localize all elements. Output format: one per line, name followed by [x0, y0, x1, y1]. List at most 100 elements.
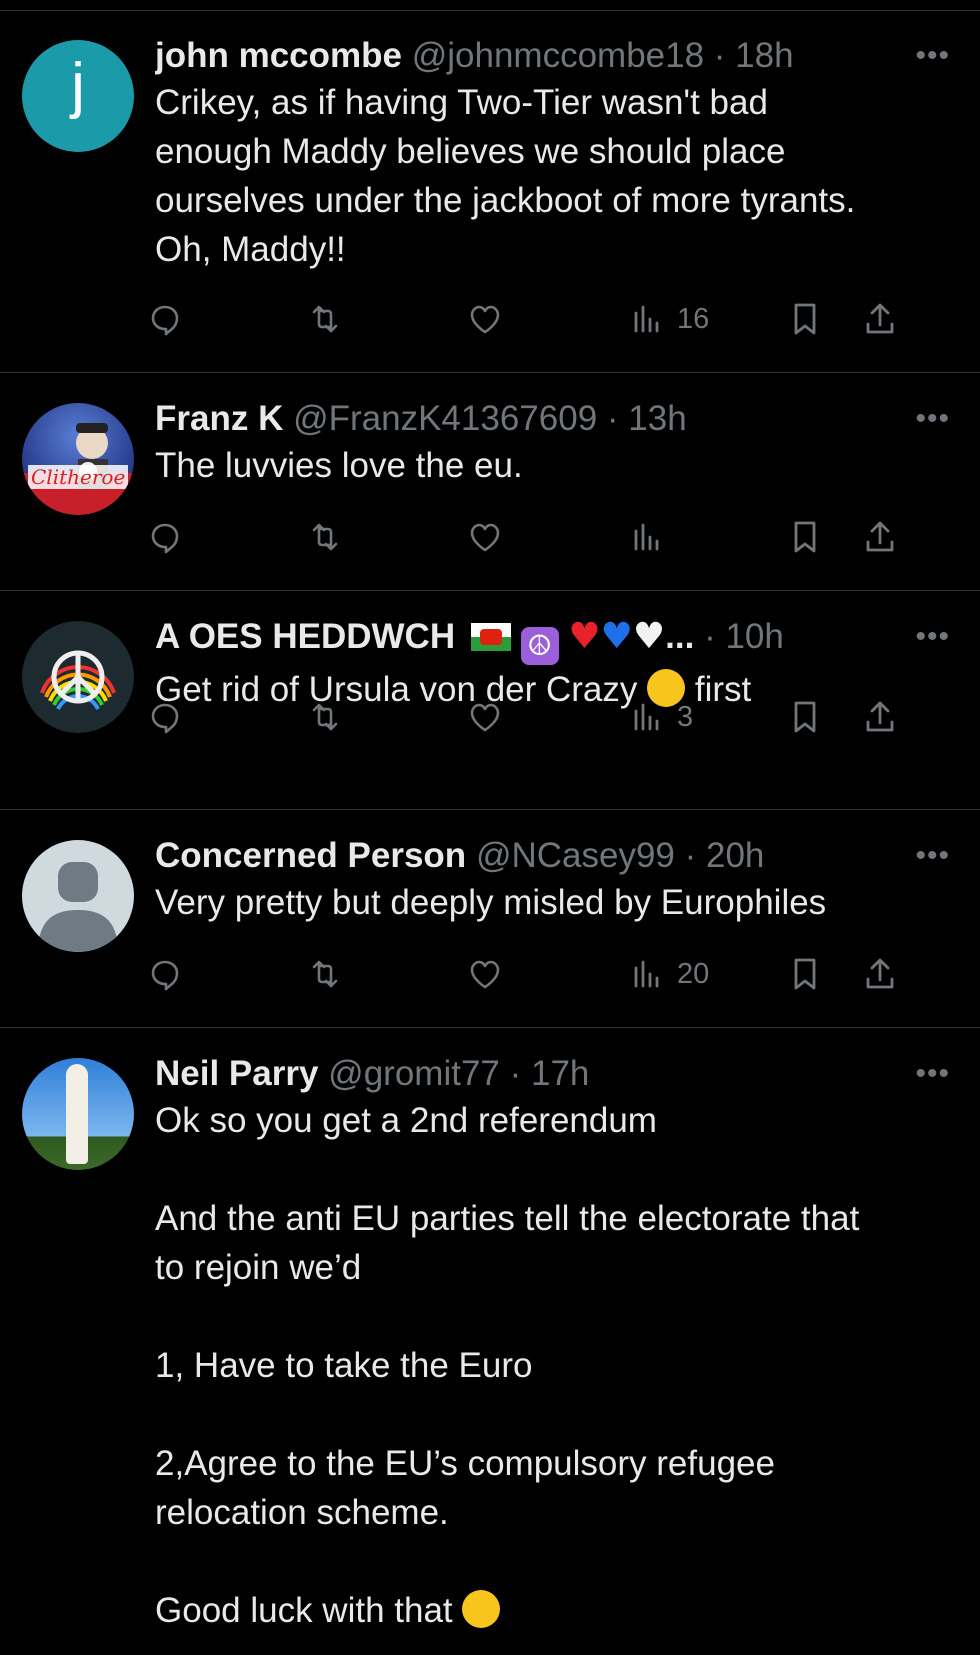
- tweet-text: Crikey, as if having Two-Tier wasn't bad…: [155, 83, 856, 269]
- tweet[interactable]: Concerned Person @NCasey99 · 20h Very pr…: [0, 810, 980, 1028]
- tweet-text-body: Ok so you get a 2nd referendum And the a…: [155, 1101, 860, 1630]
- tweet-header: A OES HEDDWCH ☮ ♥♥♥... · 10h: [155, 615, 950, 665]
- tweet[interactable]: Clitheroe Franz K @FranzK41367609 · 13h …: [0, 373, 980, 591]
- bookmark-icon: [794, 701, 816, 733]
- like-icon: [470, 703, 500, 732]
- author-name[interactable]: Concerned Person: [155, 836, 466, 875]
- more-options-icon[interactable]: •••: [915, 404, 950, 434]
- more-options-icon[interactable]: •••: [915, 622, 950, 652]
- share-button[interactable]: [860, 515, 900, 559]
- author-handle[interactable]: @NCasey99: [476, 836, 675, 875]
- share-icon: [866, 303, 894, 334]
- white-heart-icon: ♥: [632, 616, 666, 657]
- bookmark-icon: [794, 521, 816, 553]
- bookmark-button[interactable]: [785, 952, 825, 996]
- author-handle[interactable]: @gromit77: [328, 1054, 500, 1093]
- retweet-button[interactable]: [305, 297, 345, 341]
- reply-button[interactable]: [145, 952, 185, 996]
- views-icon: [634, 960, 659, 988]
- peace-symbol-icon: ☮: [520, 627, 559, 665]
- blue-heart-icon: ♥: [600, 616, 633, 657]
- retweet-icon: [312, 305, 338, 333]
- bookmark-button[interactable]: [785, 297, 825, 341]
- reply-button[interactable]: [145, 515, 185, 559]
- share-icon: [866, 701, 894, 732]
- action-bar: 3: [151, 695, 955, 739]
- avatar[interactable]: [22, 1058, 134, 1170]
- avatar[interactable]: Clitheroe: [22, 403, 134, 515]
- views-button[interactable]: 3: [627, 695, 693, 739]
- more-options-icon[interactable]: •••: [915, 41, 950, 71]
- retweet-button[interactable]: [305, 952, 345, 996]
- author-name[interactable]: Franz K: [155, 399, 283, 438]
- reply-button[interactable]: [145, 695, 185, 739]
- author-name[interactable]: Neil Parry: [155, 1054, 318, 1093]
- bookmark-icon: [794, 303, 816, 335]
- views-button[interactable]: 16: [627, 297, 709, 341]
- tweet-header: john mccombe @johnmccombe18 · 18h: [155, 36, 794, 75]
- author-name[interactable]: A OES HEDDWCH: [155, 617, 455, 656]
- views-button[interactable]: [627, 515, 677, 559]
- like-icon: [470, 305, 500, 334]
- reply-button[interactable]: [145, 297, 185, 341]
- author-handle[interactable]: @FranzK41367609: [293, 399, 597, 438]
- tweet-text: Ok so you get a 2nd referendum And the a…: [155, 1096, 950, 1635]
- retweet-button[interactable]: [305, 515, 345, 559]
- timestamp[interactable]: 10h: [725, 617, 783, 656]
- action-bar: 20: [151, 952, 955, 996]
- rofl-emoji-icon: [462, 1590, 501, 1628]
- retweet-button[interactable]: [305, 695, 345, 739]
- action-bar: 16: [151, 297, 955, 341]
- default-profile-icon: [38, 862, 118, 952]
- author-handle[interactable]: @johnmccombe18: [412, 36, 704, 75]
- avatar-letter: j: [71, 51, 85, 120]
- tweet[interactable]: A OES HEDDWCH ☮ ♥♥♥... · 10h Get rid of …: [0, 591, 980, 810]
- tweet[interactable]: j john mccombe @johnmccombe18 · 18h Crik…: [0, 10, 980, 373]
- reply-icon: [151, 523, 179, 554]
- bookmark-button[interactable]: [785, 695, 825, 739]
- tweet-text: The luvvies love the eu.: [155, 446, 523, 485]
- more-options-icon[interactable]: •••: [915, 841, 950, 871]
- action-bar: [151, 515, 955, 559]
- views-icon: [634, 523, 659, 551]
- retweet-icon: [312, 960, 338, 988]
- views-count: 3: [677, 700, 694, 733]
- share-icon: [866, 958, 894, 989]
- like-button[interactable]: [465, 297, 505, 341]
- author-name[interactable]: john mccombe: [155, 36, 402, 75]
- tweet-text: Very pretty but deeply misled by Europhi…: [155, 883, 827, 922]
- views-icon: [634, 305, 659, 333]
- avatar-caption: Clitheroe: [28, 465, 129, 489]
- retweet-icon: [312, 523, 338, 551]
- share-button[interactable]: [860, 297, 900, 341]
- retweet-icon: [312, 703, 338, 731]
- like-button[interactable]: [465, 952, 505, 996]
- views-button[interactable]: 20: [627, 952, 709, 996]
- like-button[interactable]: [465, 695, 505, 739]
- timestamp[interactable]: 20h: [706, 836, 764, 875]
- avatar[interactable]: [22, 621, 134, 733]
- tweet-header: Neil Parry @gromit77 · 17h: [155, 1054, 590, 1093]
- tweet-header: Franz K @FranzK41367609 · 13h: [155, 399, 687, 438]
- tweet[interactable]: Neil Parry @gromit77 · 17h Ok so you get…: [0, 1028, 980, 1655]
- reply-icon: [151, 305, 179, 336]
- share-button[interactable]: [860, 695, 900, 739]
- like-button[interactable]: [465, 515, 505, 559]
- like-icon: [470, 523, 500, 552]
- bookmark-button[interactable]: [785, 515, 825, 559]
- timestamp[interactable]: 13h: [628, 399, 686, 438]
- share-button[interactable]: [860, 952, 900, 996]
- bookmark-icon: [794, 958, 816, 990]
- more-options-icon[interactable]: •••: [915, 1059, 950, 1089]
- share-icon: [866, 521, 894, 552]
- red-heart-icon: ♥: [568, 616, 601, 657]
- avatar[interactable]: [22, 840, 134, 952]
- timestamp[interactable]: 18h: [735, 36, 793, 75]
- peace-sign-icon: [28, 627, 128, 727]
- avatar-statue: [66, 1064, 88, 1164]
- reply-icon: [151, 703, 179, 734]
- views-count: 20: [677, 957, 710, 990]
- timestamp[interactable]: 17h: [531, 1054, 589, 1093]
- avatar[interactable]: j: [22, 40, 134, 152]
- avatar-illustration: [22, 423, 134, 515]
